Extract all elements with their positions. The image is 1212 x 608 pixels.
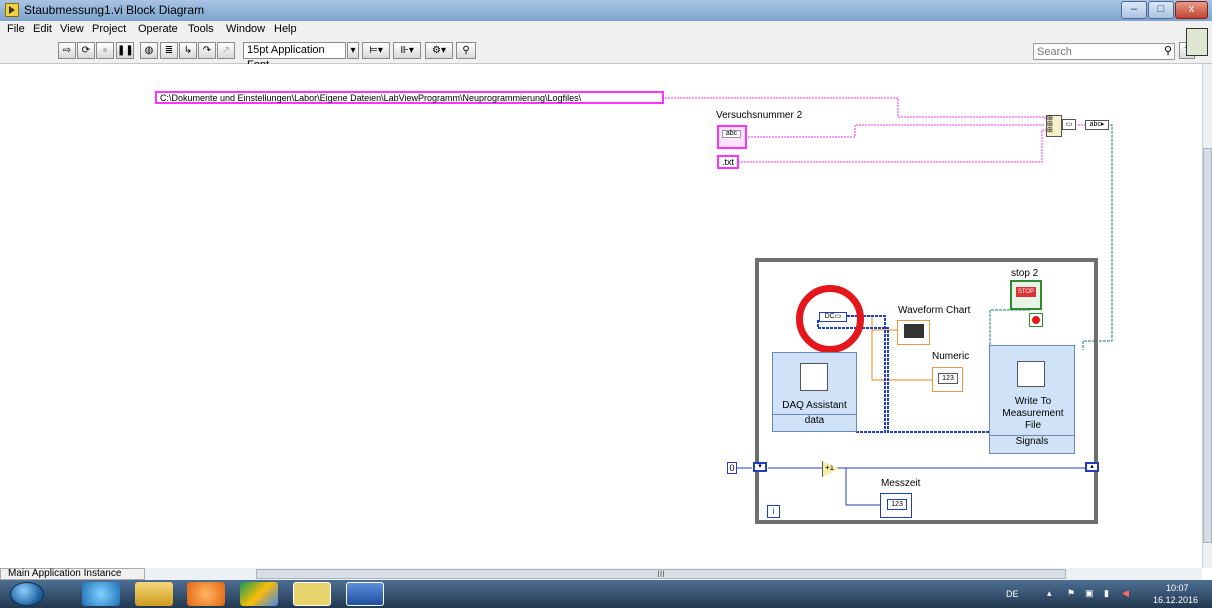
file-explorer-icon[interactable] [135,582,173,606]
shift-register-right[interactable]: ▴ [1085,462,1099,472]
waveform-chart-terminal[interactable] [897,320,930,345]
versuchsnummer-wire [748,124,1045,138]
build-path-node[interactable]: ▭ [1062,119,1076,130]
write-to-measurement-file-node[interactable]: Write To Measurement File Signals [989,345,1075,454]
network-icon[interactable]: ▮ [1104,588,1109,599]
daq-assistant-node[interactable]: DAQ Assistant data [772,352,857,432]
word-icon[interactable] [346,582,384,606]
convert-from-dynamic-node[interactable]: DC▭ [819,312,847,322]
messzeit-terminal[interactable]: 123 [880,493,912,518]
numeric-indicator-icon: 123 [887,499,907,510]
messzeit-label: Messzeit [881,478,921,489]
initial-constant[interactable]: 0 [727,462,737,474]
application-instance-status[interactable]: Main Application Instance [0,568,145,580]
waveform-chart-label: Waveform Chart [898,305,971,316]
daq-data-terminal[interactable]: data [773,414,856,427]
path-to-loop-wire [1098,124,1113,342]
daq-icon [800,363,828,391]
display-icon[interactable]: ▣ [1085,588,1094,599]
system-tray: DE ▴ ⚑ ▣ ▮ ◀ 10:07 16.12.2016 [990,580,1212,608]
txt-wire [738,129,1046,163]
concatenate-strings-node[interactable]: ⊞ ⊞ ⊞ [1046,115,1062,137]
versuchsnummer-label: Versuchsnummer 2 [716,110,803,121]
daq-assistant-label: DAQ Assistant [782,400,847,411]
string-icon: abc [722,130,741,138]
horizontal-scroll-thumb[interactable]: III [256,569,1066,579]
string-to-path-node[interactable]: abc▸ [1085,120,1109,130]
shift-register-left[interactable]: ▾ [753,462,767,472]
stop-icon: STOP [1016,287,1036,297]
start-button[interactable] [10,582,44,606]
clock-time[interactable]: 10:07 [1166,583,1189,593]
clock-date[interactable]: 16.12.2016 [1153,595,1198,605]
txt-constant[interactable]: .txt [717,155,739,169]
iteration-terminal[interactable]: i [767,505,780,518]
flag-icon[interactable]: ⚑ [1067,588,1075,599]
stop-if-true-icon [1032,316,1040,324]
labview-taskbar-icon[interactable] [293,582,331,606]
vertical-scroll-thumb[interactable] [1203,148,1212,543]
versuchsnummer-control[interactable]: abc [717,125,747,149]
write-to-measurement-file-label: Write To Measurement File [1002,396,1064,431]
write-file-icon [1017,361,1045,387]
numeric-indicator-icon: 123 [938,373,958,384]
numeric-label: Numeric [932,351,970,362]
volume-icon[interactable]: ◀ [1122,588,1129,599]
write-signals-terminal[interactable]: Signals [990,435,1074,448]
chart-icon [904,324,924,338]
numeric-terminal[interactable]: 123 [932,367,963,392]
loop-condition-terminal[interactable] [1029,313,1043,327]
internet-explorer-icon[interactable] [82,582,120,606]
language-indicator[interactable]: DE [1006,589,1019,599]
stop-label: stop 2 [1011,268,1039,279]
tray-expand-icon[interactable]: ▴ [1047,588,1052,599]
google-drive-icon[interactable] [240,582,278,606]
stop-button-terminal[interactable]: STOP [1010,280,1042,310]
media-player-icon[interactable] [187,582,225,606]
path-constant[interactable]: C:\Dokumente und Einstellungen\Labor\Eig… [155,91,664,104]
